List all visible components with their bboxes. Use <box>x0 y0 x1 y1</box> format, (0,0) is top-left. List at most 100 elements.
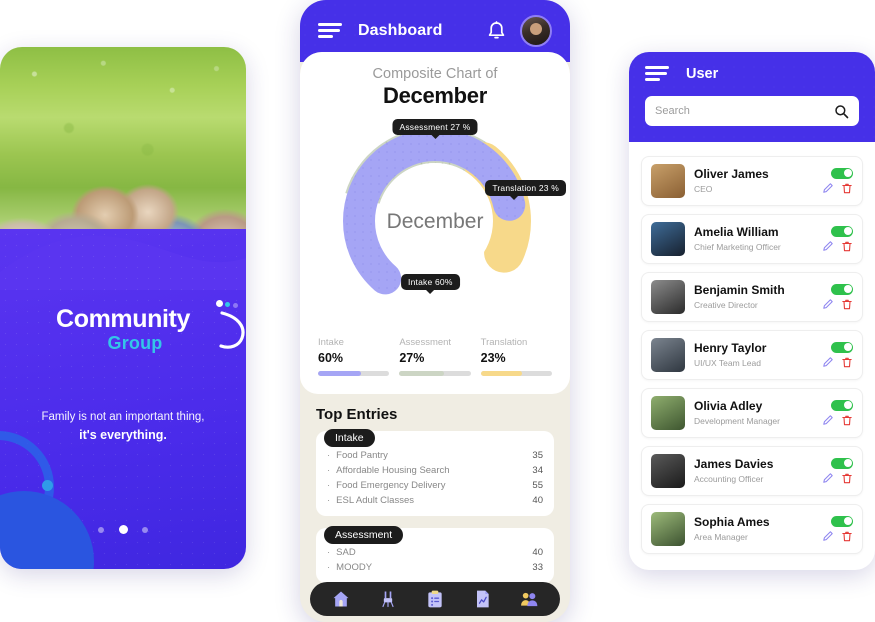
avatar <box>651 396 685 430</box>
table-row[interactable]: Benjamin Smith Creative Director <box>641 272 863 322</box>
status-toggle[interactable] <box>831 283 853 295</box>
pencil-icon[interactable] <box>822 530 834 542</box>
status-toggle[interactable] <box>831 167 853 179</box>
microscope-icon[interactable] <box>378 589 398 609</box>
tagline-line-1: Family is not an important thing, <box>41 411 205 423</box>
entry-name: Food Emergency Delivery <box>336 480 446 491</box>
community-group-card: Community Group Family is not an importa… <box>0 47 246 569</box>
user-role: CEO <box>694 183 713 194</box>
pencil-icon[interactable] <box>822 472 834 484</box>
carousel-pagination[interactable] <box>0 521 246 539</box>
stat-progress-bar <box>399 371 471 376</box>
people-icon[interactable] <box>519 589 539 609</box>
user-name: Henry Taylor <box>694 341 767 356</box>
pagination-dot[interactable] <box>98 526 105 533</box>
list-item[interactable]: · Food Pantry 35 <box>327 448 543 463</box>
stat-progress-bar <box>480 371 552 376</box>
avatar[interactable] <box>520 15 552 47</box>
pencil-icon[interactable] <box>822 298 834 310</box>
table-row[interactable]: Oliver James CEO <box>641 156 863 206</box>
entry-group-assessment: Assessment · SAD 40 · MOODY 33 <box>316 526 554 583</box>
pagination-dot-active[interactable] <box>118 525 128 535</box>
entry-value: 40 <box>532 547 543 558</box>
user-role: Chief Marketing Officer <box>694 241 781 252</box>
table-row[interactable]: Henry Taylor UI/UX Team Lead <box>641 330 863 380</box>
table-row[interactable]: Olivia Adley Development Manager <box>641 388 863 438</box>
user-name: Sophia Ames <box>694 515 770 530</box>
list-item[interactable]: · Food Emergency Delivery 55 <box>327 478 543 493</box>
stat-label: Intake <box>318 337 344 348</box>
hamburger-icon[interactable] <box>318 23 342 39</box>
trash-icon[interactable] <box>841 298 853 311</box>
stat-label: Assessment <box>399 337 452 348</box>
pencil-icon[interactable] <box>822 356 834 368</box>
pagination-dot[interactable] <box>141 526 148 533</box>
user-name: James Davies <box>694 457 774 472</box>
avatar <box>651 164 685 198</box>
user-name: Olivia Adley <box>694 399 763 414</box>
table-row[interactable]: Amelia William Chief Marketing Officer <box>641 214 863 264</box>
search-input[interactable] <box>655 105 834 117</box>
logo-dot-white-icon <box>216 300 223 307</box>
stat-progress-bar <box>318 371 390 376</box>
logo-dot-faint-icon <box>233 303 238 308</box>
document-chart-icon[interactable] <box>472 589 492 609</box>
row-actions <box>822 457 853 485</box>
pencil-icon[interactable] <box>822 240 834 252</box>
composite-chart-card: Composite Chart of December December Ass… <box>300 52 570 394</box>
row-actions <box>822 225 853 253</box>
entry-value: 40 <box>532 495 543 506</box>
status-toggle[interactable] <box>831 515 853 527</box>
list-item[interactable]: · ESL Adult Classes 40 <box>327 493 543 508</box>
trash-icon[interactable] <box>841 414 853 427</box>
home-icon[interactable] <box>331 589 351 609</box>
entry-group-intake: Intake · Food Pantry 35 · Affordable Hou… <box>316 429 554 516</box>
user-meta: Henry Taylor UI/UX Team Lead <box>694 341 822 368</box>
bullet-icon: · <box>327 495 331 506</box>
entry-name: Food Pantry <box>336 450 388 461</box>
row-icon-group <box>822 472 853 485</box>
search-bar[interactable] <box>645 96 859 126</box>
list-item[interactable]: · Affordable Housing Search 34 <box>327 463 543 478</box>
trash-icon[interactable] <box>841 182 853 195</box>
logo-swoosh-icon <box>219 311 245 349</box>
avatar <box>651 454 685 488</box>
trash-icon[interactable] <box>841 240 853 253</box>
trash-icon[interactable] <box>841 472 853 485</box>
bullet-icon: · <box>327 562 331 573</box>
bell-icon[interactable] <box>487 20 506 42</box>
status-toggle[interactable] <box>831 457 853 469</box>
user-meta: Benjamin Smith Creative Director <box>694 283 822 310</box>
list-item[interactable]: · SAD 40 <box>327 545 543 560</box>
avatar <box>651 280 685 314</box>
left-purple-panel: Community Group Family is not an importa… <box>0 229 246 569</box>
status-toggle[interactable] <box>831 399 853 411</box>
header-row: User <box>645 66 859 82</box>
table-row[interactable]: Sophia Ames Area Manager <box>641 504 863 554</box>
clipboard-list-icon[interactable] <box>425 589 445 609</box>
row-actions <box>822 515 853 543</box>
table-row[interactable]: James Davies Accounting Officer <box>641 446 863 496</box>
user-role: UI/UX Team Lead <box>694 357 761 368</box>
stat-assessment: Assessment 27% <box>399 337 471 376</box>
stat-intake: Intake 60% <box>318 337 390 376</box>
user-panel-header: User <box>629 52 875 142</box>
row-icon-group <box>822 298 853 311</box>
search-icon[interactable] <box>834 104 849 119</box>
user-name: Benjamin Smith <box>694 283 785 298</box>
user-meta: Amelia William Chief Marketing Officer <box>694 225 822 252</box>
avatar <box>651 338 685 372</box>
entry-value: 35 <box>532 450 543 461</box>
status-toggle[interactable] <box>831 341 853 353</box>
list-item[interactable]: · MOODY 33 <box>327 560 543 575</box>
pencil-icon[interactable] <box>822 414 834 426</box>
pencil-icon[interactable] <box>822 182 834 194</box>
status-toggle[interactable] <box>831 225 853 237</box>
trash-icon[interactable] <box>841 356 853 369</box>
row-icon-group <box>822 414 853 427</box>
hamburger-icon[interactable] <box>645 66 669 82</box>
trash-icon[interactable] <box>841 530 853 543</box>
row-actions <box>822 167 853 195</box>
dashboard-body: Composite Chart of December December Ass… <box>300 52 570 622</box>
stat-translation: Translation 23% <box>480 337 552 376</box>
